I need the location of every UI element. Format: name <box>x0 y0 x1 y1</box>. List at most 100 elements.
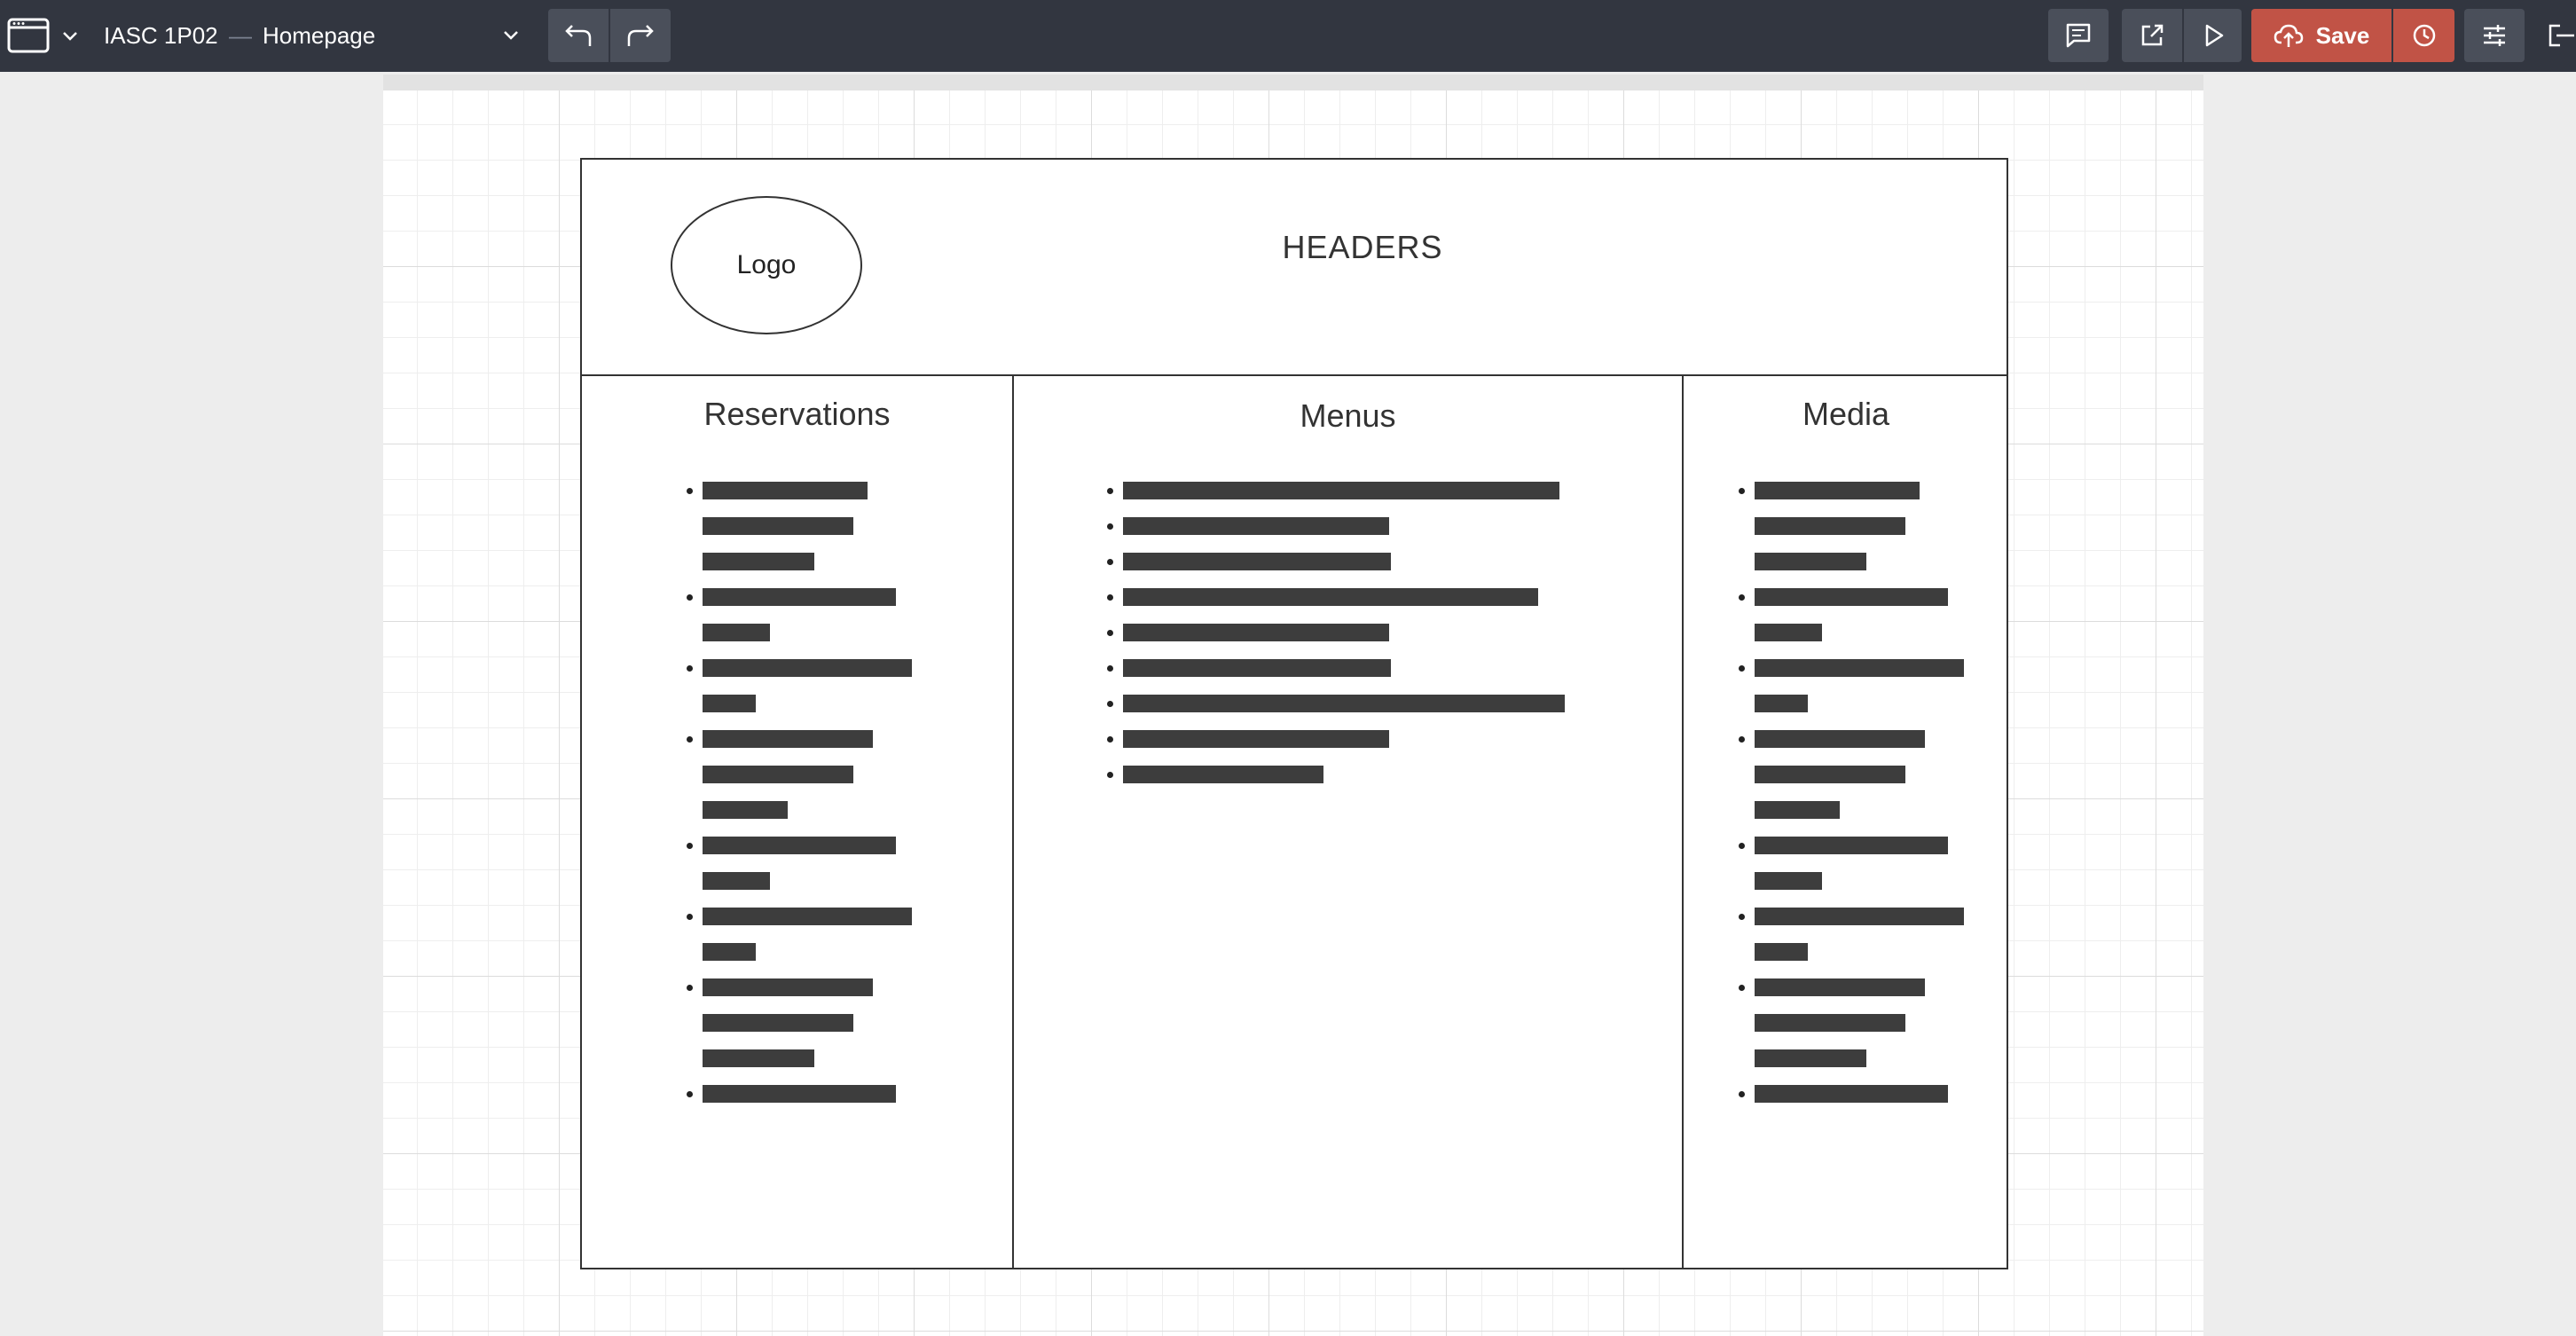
media-bullet <box>1739 665 1745 672</box>
media-bullet <box>1739 736 1745 743</box>
reservations-text-placeholder[interactable] <box>703 730 873 748</box>
reservations-text-placeholder[interactable] <box>703 695 756 712</box>
play-icon <box>2205 24 2223 47</box>
comment-icon <box>2066 23 2091 48</box>
reservations-text-placeholder[interactable] <box>703 872 770 890</box>
menus-text-placeholder[interactable] <box>1123 588 1538 606</box>
menus-text-placeholder[interactable] <box>1123 517 1389 535</box>
comments-button[interactable] <box>2048 9 2109 62</box>
media-text-placeholder[interactable] <box>1755 978 1925 996</box>
media-text-placeholder[interactable] <box>1755 766 1905 783</box>
menus-text-placeholder[interactable] <box>1123 659 1391 677</box>
reservations-text-placeholder[interactable] <box>703 943 756 961</box>
media-bullet <box>1739 914 1745 920</box>
logo-label: Logo <box>736 250 797 279</box>
clock-icon <box>2413 24 2435 47</box>
media-text-placeholder[interactable] <box>1755 588 1948 606</box>
menus-bullet <box>1107 772 1113 778</box>
media-text-placeholder[interactable] <box>1755 908 1964 925</box>
reservations-bullet <box>687 914 693 920</box>
sliders-icon <box>2484 25 2505 46</box>
menus-bullet <box>1107 488 1113 494</box>
menus-column-title[interactable]: Menus <box>1014 397 1682 435</box>
version-history-button[interactable] <box>2393 9 2454 62</box>
reservations-text-placeholder[interactable] <box>703 801 788 819</box>
media-text-placeholder[interactable] <box>1755 1014 1905 1032</box>
undo-button[interactable] <box>548 9 609 62</box>
menus-text-placeholder[interactable] <box>1123 766 1323 783</box>
save-button[interactable]: Save <box>2251 9 2391 62</box>
media-text-placeholder[interactable] <box>1755 943 1808 961</box>
menus-bullet <box>1107 559 1113 565</box>
redo-icon <box>627 25 654 46</box>
reservations-column-title[interactable]: Reservations <box>582 396 1012 433</box>
media-text-placeholder[interactable] <box>1755 695 1808 712</box>
media-bullet <box>1739 488 1745 494</box>
reservations-text-placeholder[interactable] <box>703 659 912 677</box>
reservations-bullet <box>687 736 693 743</box>
window-icon[interactable] <box>7 18 50 53</box>
save-label: Save <box>2315 21 2370 49</box>
menus-bullet <box>1107 701 1113 707</box>
undo-icon <box>565 25 592 46</box>
reservations-bullet <box>687 985 693 991</box>
menus-bullet <box>1107 665 1113 672</box>
media-text-placeholder[interactable] <box>1755 553 1866 570</box>
reservations-text-placeholder[interactable] <box>703 1049 814 1067</box>
settings-button[interactable] <box>2464 9 2525 62</box>
media-text-placeholder[interactable] <box>1755 801 1840 819</box>
media-text-placeholder[interactable] <box>1755 517 1905 535</box>
menus-text-placeholder[interactable] <box>1123 695 1565 712</box>
open-external-button[interactable] <box>2122 9 2182 62</box>
reservations-bullet <box>687 594 693 601</box>
page-title[interactable]: Homepage <box>263 20 375 51</box>
cloud-upload-icon <box>2274 24 2303 47</box>
redo-button[interactable] <box>610 9 671 62</box>
media-text-placeholder[interactable] <box>1755 1049 1866 1067</box>
media-bullet <box>1739 843 1745 849</box>
reservations-bullet <box>687 665 693 672</box>
media-text-placeholder[interactable] <box>1755 624 1822 641</box>
reservations-text-placeholder[interactable] <box>703 588 896 606</box>
headers-label[interactable]: HEADERS <box>1238 229 1487 266</box>
reservations-text-placeholder[interactable] <box>703 517 853 535</box>
reservations-bullet <box>687 1091 693 1097</box>
exit-button[interactable] <box>2539 9 2576 62</box>
media-text-placeholder[interactable] <box>1755 837 1948 854</box>
reservations-text-placeholder[interactable] <box>703 1014 853 1032</box>
media-text-placeholder[interactable] <box>1755 730 1925 748</box>
document-title[interactable]: IASC 1P02 <box>104 20 218 51</box>
media-bullet <box>1739 594 1745 601</box>
menus-text-placeholder[interactable] <box>1123 553 1391 570</box>
media-text-placeholder[interactable] <box>1755 1085 1948 1103</box>
chevron-down-icon[interactable] <box>60 27 80 46</box>
reservations-text-placeholder[interactable] <box>703 624 770 641</box>
menus-bullet <box>1107 594 1113 601</box>
menus-text-placeholder[interactable] <box>1123 482 1559 499</box>
reservations-text-placeholder[interactable] <box>703 553 814 570</box>
reservations-text-placeholder[interactable] <box>703 837 896 854</box>
page-dropdown-chevron-icon[interactable] <box>500 25 522 46</box>
menus-bullet <box>1107 630 1113 636</box>
reservations-text-placeholder[interactable] <box>703 482 868 499</box>
reservations-text-placeholder[interactable] <box>703 766 853 783</box>
homepage-wireframe[interactable]: Logo HEADERS Reservations Menus Media <box>580 158 2008 1269</box>
logo-placeholder[interactable]: Logo <box>671 196 862 334</box>
media-text-placeholder[interactable] <box>1755 659 1964 677</box>
media-bullet <box>1739 1091 1745 1097</box>
media-column-title[interactable]: Media <box>1684 396 2008 433</box>
reservations-bullet <box>687 488 693 494</box>
canvas-ruler-strip <box>383 75 2203 90</box>
preview-button[interactable] <box>2184 9 2242 62</box>
reservations-bullet <box>687 843 693 849</box>
header-divider <box>582 374 2007 376</box>
menus-text-placeholder[interactable] <box>1123 624 1389 641</box>
media-text-placeholder[interactable] <box>1755 482 1920 499</box>
reservations-text-placeholder[interactable] <box>703 908 912 925</box>
reservations-text-placeholder[interactable] <box>703 978 873 996</box>
menus-bullet <box>1107 736 1113 743</box>
exit-icon <box>2549 24 2574 47</box>
reservations-text-placeholder[interactable] <box>703 1085 896 1103</box>
menus-text-placeholder[interactable] <box>1123 730 1389 748</box>
media-text-placeholder[interactable] <box>1755 872 1822 890</box>
